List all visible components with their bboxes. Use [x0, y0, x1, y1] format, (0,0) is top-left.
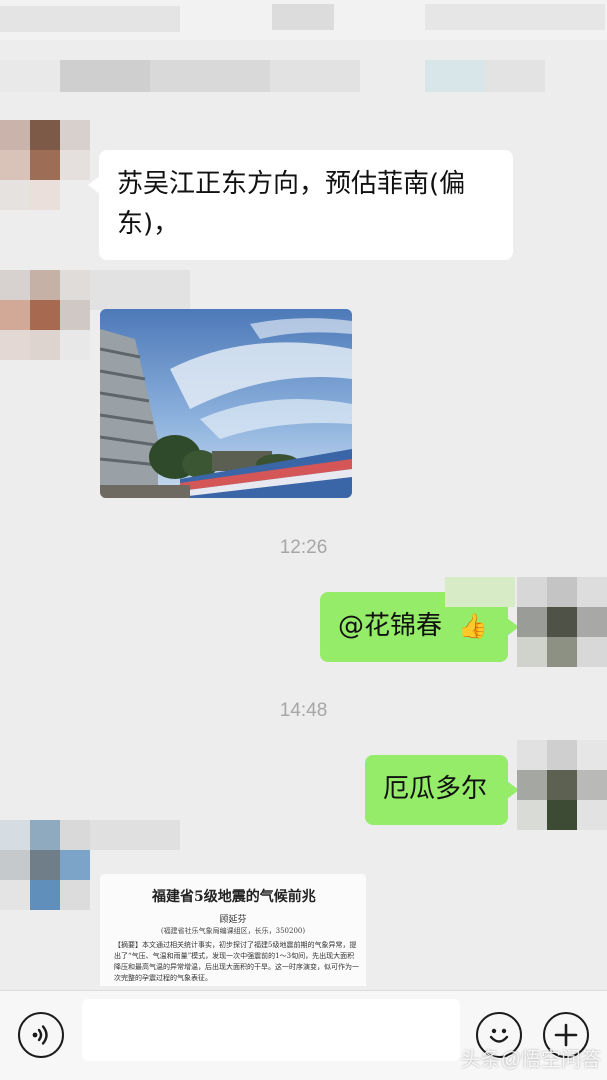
- blurred-name: [90, 270, 190, 310]
- contact-avatar[interactable]: [0, 120, 90, 210]
- voice-icon: [32, 1025, 48, 1045]
- contact-avatar[interactable]: [0, 270, 90, 360]
- contact-avatar[interactable]: [0, 820, 90, 910]
- message-text: 厄瓜多尔: [383, 774, 488, 804]
- voice-button[interactable]: [18, 1012, 64, 1058]
- thumbs-up-icon: 👍: [458, 612, 489, 640]
- message-input[interactable]: [82, 999, 460, 1061]
- blurred-name: [90, 820, 180, 850]
- timestamp: 12:26: [279, 537, 328, 558]
- document-image-message[interactable]: 福建省5级地震的气候前兆 顾延芬 (福建省社乐气象局编课组区，长乐，350200…: [100, 874, 366, 986]
- document-author: 顾延芬: [219, 915, 247, 925]
- timestamp: 14:48: [279, 700, 328, 721]
- input-bar: 头条@悟空问答: [0, 990, 607, 1080]
- message-bubble-received[interactable]: 苏吴江正东方向，预估菲南(偏东)，: [88, 150, 513, 260]
- message-text: @花锦春: [338, 611, 443, 641]
- document-title: 福建省5级地震的气候前兆: [152, 889, 316, 905]
- document-abstract: 【摘要】本文通过相关统计事实，初步探讨了福建5级地震前期的气象异常，提出了“气压…: [114, 941, 359, 982]
- chat-screen: 苏吴江正东方向，预估菲南(偏东)， 12:26 @花锦春 👍 14:48 厄瓜多…: [0, 0, 607, 1080]
- watermark: 头条@悟空问答: [460, 1049, 601, 1071]
- photo-message[interactable]: [100, 309, 352, 498]
- blurred-name: [445, 577, 515, 607]
- my-avatar[interactable]: [517, 577, 607, 667]
- document-affiliation: (福建省社乐气象局编课组区，长乐，350200): [160, 927, 306, 935]
- my-avatar[interactable]: [517, 740, 607, 830]
- message-bubble-sent[interactable]: 厄瓜多尔: [365, 755, 519, 825]
- message-text: 苏吴江正东方向，预估菲南(偏东)，: [117, 169, 466, 239]
